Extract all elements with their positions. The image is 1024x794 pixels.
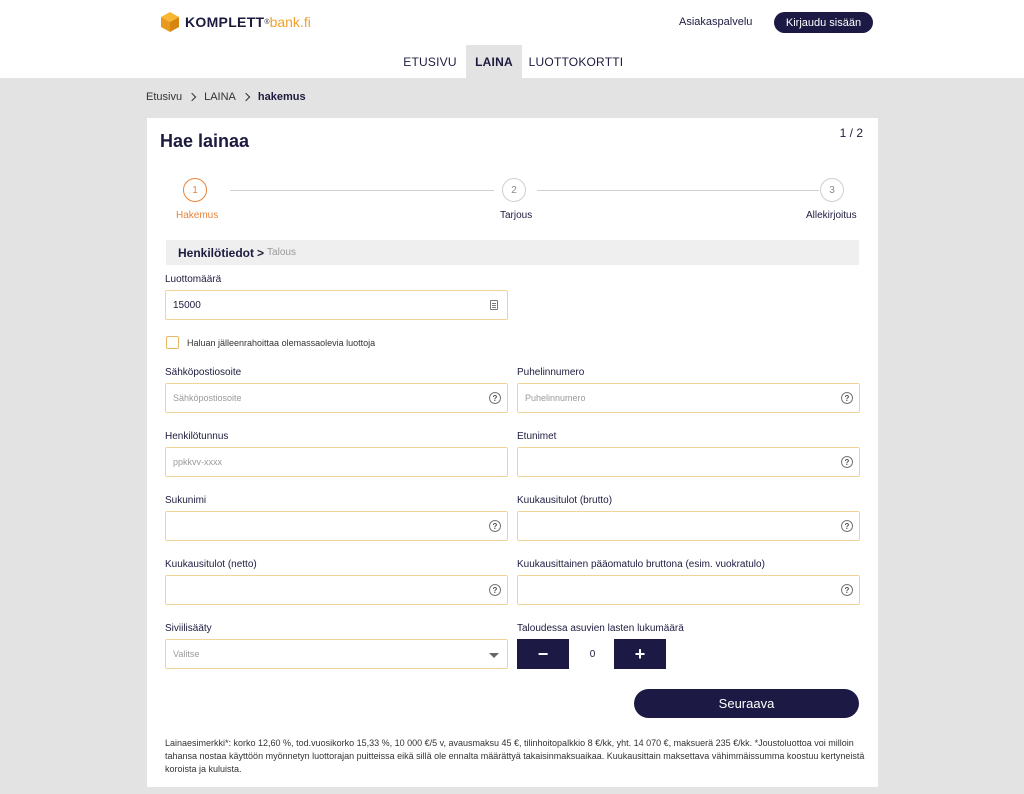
children-count-label: Taloudessa asuvien lasten lukumäärä bbox=[517, 623, 684, 634]
last-name-label: Sukunimi bbox=[165, 495, 207, 506]
step-connector bbox=[230, 190, 494, 191]
ssn-field[interactable]: ppkkvv-xxxx bbox=[165, 447, 508, 477]
nav-tab-luottokortti[interactable]: LUOTTOKORTTI bbox=[526, 45, 626, 78]
customer-service-link[interactable]: Asiakaspalvelu bbox=[679, 16, 752, 28]
first-names-field[interactable]: ? bbox=[517, 447, 860, 477]
help-icon[interactable]: ? bbox=[841, 392, 853, 404]
refinance-checkbox-label[interactable]: Haluan jälleenrahoittaa olemassaolevia l… bbox=[187, 338, 375, 348]
loan-amount-value: 15000 bbox=[173, 299, 201, 311]
email-label: Sähköpostiosoite bbox=[165, 367, 242, 378]
step-3-label: Allekirjoitus bbox=[806, 210, 857, 221]
step-1-circle: 1 bbox=[183, 178, 207, 202]
help-icon[interactable]: ? bbox=[489, 392, 501, 404]
ssn-placeholder: ppkkvv-xxxx bbox=[173, 457, 223, 467]
phone-label: Puhelinnumero bbox=[517, 367, 585, 378]
page-title: Hae lainaa bbox=[160, 131, 250, 151]
section-next: Talous bbox=[267, 247, 296, 258]
help-icon[interactable]: ? bbox=[841, 456, 853, 468]
loan-example-disclaimer: Lainaesimerkki*: korko 12,60 %, tod.vuos… bbox=[165, 738, 865, 774]
phone-field[interactable]: Puhelinnumero ? bbox=[517, 383, 860, 413]
step-2-label: Tarjous bbox=[500, 210, 533, 221]
logo-domain: bank.fi bbox=[269, 14, 311, 30]
help-icon[interactable]: ? bbox=[489, 520, 501, 532]
nav-tab-etusivu[interactable]: ETUSIVU bbox=[397, 45, 463, 78]
ssn-label: Henkilötunnus bbox=[165, 431, 229, 442]
loan-amount-input[interactable]: 15000 bbox=[165, 290, 508, 320]
step-connector bbox=[537, 190, 819, 191]
email-field[interactable]: Sähköpostiosoite ? bbox=[165, 383, 508, 413]
site-header: KOMPLETT ® bank.fi Asiakaspalvelu Kirjaudu… bbox=[0, 0, 1024, 78]
section-header: Henkilötiedot > Talous bbox=[166, 240, 859, 265]
capital-income-label: Kuukausittainen pääomatulo bruttona (esi… bbox=[517, 559, 765, 570]
breadcrumb-item-current: hakemus bbox=[257, 91, 306, 103]
komplett-bank-logo[interactable]: KOMPLETT ® bank.fi bbox=[160, 11, 311, 33]
first-names-label: Etunimet bbox=[517, 431, 557, 442]
next-button[interactable]: Seuraava bbox=[634, 689, 859, 718]
loan-amount-label: Luottomäärä bbox=[165, 274, 222, 285]
email-placeholder: Sähköpostiosoite bbox=[173, 393, 242, 403]
section-title: Henkilötiedot bbox=[178, 245, 255, 260]
refinance-checkbox[interactable] bbox=[166, 336, 179, 349]
marital-status-select[interactable]: Valitse bbox=[165, 639, 508, 669]
nav-tab-laina[interactable]: LAINA bbox=[466, 45, 522, 78]
main-nav: ETUSIVU LAINA LUOTTOKORTTI bbox=[0, 45, 1024, 78]
section-separator: > bbox=[257, 245, 265, 260]
help-icon[interactable]: ? bbox=[841, 520, 853, 532]
last-name-field[interactable]: ? bbox=[165, 511, 508, 541]
chevron-right-icon bbox=[187, 92, 197, 102]
marital-status-label: Siviilisääty bbox=[165, 623, 212, 634]
decrement-button[interactable]: − bbox=[517, 639, 569, 669]
gross-income-field[interactable]: ? bbox=[517, 511, 860, 541]
step-3-circle: 3 bbox=[820, 178, 844, 202]
caret-down-icon bbox=[489, 653, 499, 658]
capital-income-field[interactable]: ? bbox=[517, 575, 860, 605]
phone-placeholder: Puhelinnumero bbox=[525, 393, 586, 403]
children-count-value[interactable]: 0 bbox=[569, 639, 616, 669]
help-icon[interactable]: ? bbox=[841, 584, 853, 596]
gross-income-label: Kuukausitulot (brutto) bbox=[517, 495, 613, 506]
step-1-label: Hakemus bbox=[176, 210, 219, 221]
net-income-field[interactable]: ? bbox=[165, 575, 508, 605]
chevron-right-icon bbox=[241, 92, 251, 102]
breadcrumb: Etusivu LAINA hakemus bbox=[146, 91, 306, 103]
marital-status-selected: Valitse bbox=[173, 649, 200, 659]
help-icon[interactable]: ? bbox=[489, 584, 501, 596]
calculator-icon[interactable] bbox=[490, 300, 498, 310]
breadcrumb-item-etusivu[interactable]: Etusivu bbox=[146, 91, 182, 103]
net-income-label: Kuukausitulot (netto) bbox=[165, 559, 257, 570]
page-counter: 1 / 2 bbox=[839, 126, 863, 140]
step-2-circle: 2 bbox=[502, 178, 526, 202]
breadcrumb-item-laina[interactable]: LAINA bbox=[204, 91, 236, 103]
increment-button[interactable]: + bbox=[614, 639, 666, 669]
login-button[interactable]: Kirjaudu sisään bbox=[774, 12, 873, 33]
logo-text: KOMPLETT bbox=[185, 14, 265, 30]
logo-cube-icon bbox=[161, 12, 179, 32]
application-card: Hae lainaa 1 / 2 1 2 3 Hakemus Tarjous A… bbox=[147, 118, 878, 787]
